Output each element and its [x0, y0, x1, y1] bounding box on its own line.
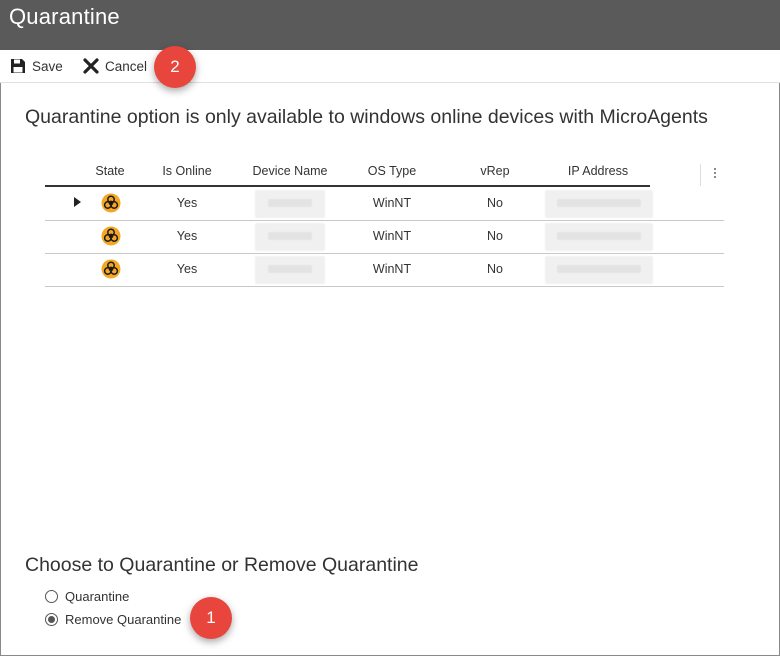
column-header-os-type[interactable]: OS Type	[357, 164, 427, 178]
quarantine-availability-notice: Quarantine option is only available to w…	[25, 106, 708, 128]
remove-quarantine-radio-option[interactable]: Remove Quarantine	[45, 612, 181, 627]
close-icon	[83, 58, 99, 74]
save-label: Save	[32, 58, 63, 74]
cell-vrep: No	[487, 229, 503, 243]
biohazard-icon	[101, 259, 121, 279]
quarantine-radio-label[interactable]: Quarantine	[65, 589, 129, 604]
column-header-device-name[interactable]: Device Name	[243, 164, 337, 178]
cell-vrep: No	[487, 262, 503, 276]
cell-ip-address-redacted	[545, 190, 653, 218]
cell-is-online: Yes	[176, 262, 198, 276]
quarantine-radio-option[interactable]: Quarantine	[45, 589, 129, 604]
cell-ip-address-redacted	[545, 256, 653, 284]
cell-os-type: WinNT	[372, 229, 412, 243]
quarantine-choice-heading: Choose to Quarantine or Remove Quarantin…	[25, 554, 419, 576]
column-header-state[interactable]: State	[90, 164, 130, 178]
cell-device-name-redacted	[255, 256, 325, 284]
quarantine-radio-button[interactable]	[45, 590, 58, 603]
callout-badge-2: 2	[154, 46, 196, 88]
column-header-is-online[interactable]: Is Online	[153, 164, 221, 178]
callout-badge-1: 1	[190, 597, 232, 639]
title-bar: Quarantine	[0, 0, 780, 50]
remove-quarantine-radio-button[interactable]	[45, 613, 58, 626]
table-row[interactable]: Yes WinNT No	[45, 188, 724, 221]
cancel-button[interactable]: Cancel	[83, 50, 147, 82]
column-header-ip-address[interactable]: IP Address	[550, 164, 646, 178]
floppy-disk-icon	[11, 59, 25, 73]
dialog-title: Quarantine	[9, 4, 120, 29]
table-row[interactable]: Yes WinNT No	[45, 254, 724, 287]
cell-is-online: Yes	[176, 229, 198, 243]
grid-header: State Is Online Device Name OS Type vRep…	[45, 160, 650, 187]
column-menu-icon[interactable]	[707, 164, 723, 182]
cell-device-name-redacted	[255, 190, 325, 218]
cell-os-type: WinNT	[372, 262, 412, 276]
cancel-label: Cancel	[105, 58, 148, 74]
expand-row-icon[interactable]	[74, 197, 81, 207]
cell-device-name-redacted	[255, 223, 325, 251]
remove-quarantine-radio-label[interactable]: Remove Quarantine	[65, 612, 181, 627]
column-header-vrep[interactable]: vRep	[470, 164, 520, 178]
cell-vrep: No	[487, 196, 503, 210]
biohazard-icon	[101, 193, 121, 213]
biohazard-icon	[101, 226, 121, 246]
header-separator	[700, 164, 701, 186]
table-row[interactable]: Yes WinNT No	[45, 221, 724, 254]
save-button[interactable]: Save	[10, 50, 63, 82]
toolbar: Save Cancel	[0, 50, 780, 83]
cell-ip-address-redacted	[545, 223, 653, 251]
cell-is-online: Yes	[176, 196, 198, 210]
cell-os-type: WinNT	[372, 196, 412, 210]
